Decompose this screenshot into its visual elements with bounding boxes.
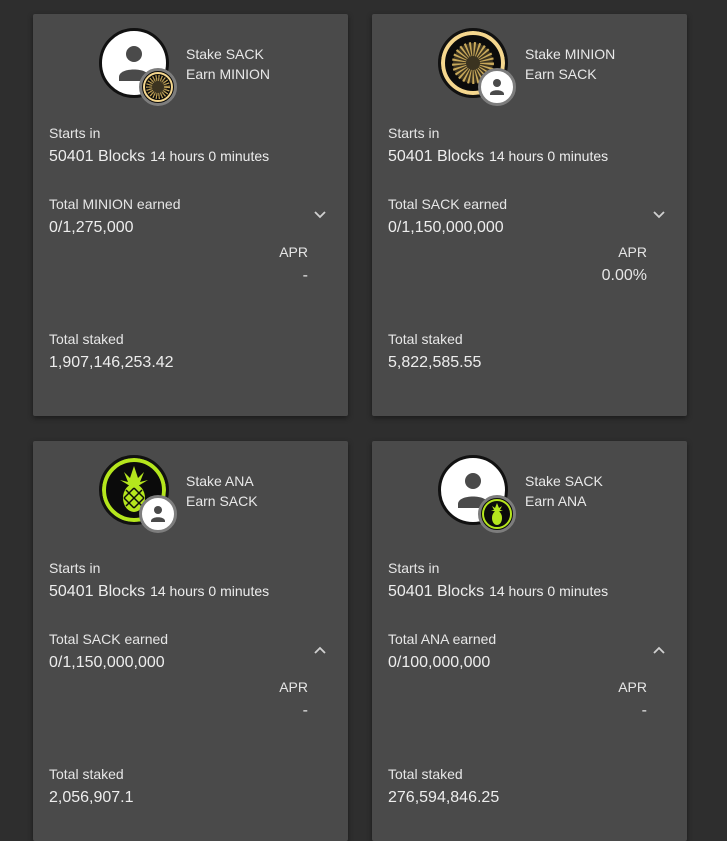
starts-in-label: Starts in	[388, 560, 440, 576]
starts-in-value: 50401 Blocks 14 hours 0 minutes	[388, 583, 608, 601]
total-staked-label: Total staked	[388, 331, 463, 347]
chevron-down-icon[interactable]	[312, 207, 328, 223]
chevron-down-icon[interactable]	[651, 207, 667, 223]
person-icon	[139, 495, 177, 533]
pool-pair: Stake SACK Earn ANA	[525, 471, 603, 511]
total-earned-value: 0/100,000,000	[388, 654, 491, 671]
countdown-duration: 14 hours 0 minutes	[150, 583, 270, 599]
pool-pair: Stake SACK Earn MINION	[186, 44, 270, 84]
chevron-up-icon[interactable]	[651, 642, 667, 658]
stake-token-label: Stake ANA	[186, 473, 254, 489]
earn-token-label: Earn SACK	[186, 493, 258, 509]
apr-label: APR	[618, 679, 647, 695]
earn-token-label: Earn MINION	[186, 66, 271, 82]
apr-value: -	[302, 267, 308, 284]
stake-token-label: Stake SACK	[186, 46, 264, 62]
stake-token-label: Stake SACK	[525, 473, 603, 489]
countdown-duration: 14 hours 0 minutes	[489, 583, 609, 599]
starts-in-value: 50401 Blocks 14 hours 0 minutes	[49, 148, 269, 166]
blocks-count: 50401 Blocks	[49, 583, 146, 600]
pool-pair: Stake ANA Earn SACK	[186, 471, 258, 511]
total-staked-value: 2,056,907.1	[49, 789, 134, 806]
total-earned-value: 0/1,150,000,000	[49, 654, 165, 671]
starts-in-label: Starts in	[388, 125, 440, 141]
total-earned-label: Total SACK earned	[49, 631, 169, 647]
total-staked-value: 1,907,146,253.42	[49, 354, 174, 371]
apr-value: 0.00%	[601, 267, 647, 284]
blocks-count: 50401 Blocks	[388, 148, 485, 165]
countdown-duration: 14 hours 0 minutes	[489, 148, 609, 164]
total-earned-label: Total SACK earned	[388, 196, 508, 212]
pool-token-avatars	[438, 455, 516, 533]
blocks-count: 50401 Blocks	[388, 583, 485, 600]
pool-card-sack-minion: Stake SACK Earn MINION Starts in 50401 B…	[33, 14, 348, 416]
pool-pair: Stake MINION Earn SACK	[525, 44, 615, 84]
total-staked-label: Total staked	[49, 766, 124, 782]
total-earned-label: Total ANA earned	[388, 631, 497, 647]
total-staked-value: 276,594,846.25	[388, 789, 500, 806]
total-earned-value: 0/1,150,000,000	[388, 219, 504, 236]
starts-in-label: Starts in	[49, 560, 101, 576]
total-staked-label: Total staked	[49, 331, 124, 347]
pool-token-avatars	[99, 455, 177, 533]
pool-card-minion-sack: Stake MINION Earn SACK Starts in 50401 B…	[372, 14, 687, 416]
apr-label: APR	[279, 679, 308, 695]
starts-in-value: 50401 Blocks 14 hours 0 minutes	[49, 583, 269, 601]
total-earned-label: Total MINION earned	[49, 196, 181, 212]
countdown-duration: 14 hours 0 minutes	[150, 148, 270, 164]
pineapple-icon	[478, 495, 516, 533]
person-icon	[478, 68, 516, 106]
earn-token-label: Earn SACK	[525, 66, 597, 82]
pool-token-avatars	[438, 28, 516, 106]
stake-token-label: Stake MINION	[525, 46, 616, 62]
apr-label: APR	[618, 244, 647, 260]
total-earned-value: 0/1,275,000	[49, 219, 134, 236]
pool-card-sack-ana: Stake SACK Earn ANA Starts in 50401 Bloc…	[372, 441, 687, 841]
pool-token-avatars	[99, 28, 177, 106]
starts-in-value: 50401 Blocks 14 hours 0 minutes	[388, 148, 608, 166]
chevron-up-icon[interactable]	[312, 642, 328, 658]
apr-label: APR	[279, 244, 308, 260]
blocks-count: 50401 Blocks	[49, 148, 146, 165]
apr-value: -	[302, 702, 308, 719]
earn-token-label: Earn ANA	[525, 493, 587, 509]
apr-value: -	[641, 702, 647, 719]
total-staked-value: 5,822,585.55	[388, 354, 482, 371]
total-staked-label: Total staked	[388, 766, 463, 782]
minion-token-icon	[139, 68, 177, 106]
starts-in-label: Starts in	[49, 125, 101, 141]
pool-card-ana-sack: Stake ANA Earn SACK Starts in 50401 Bloc…	[33, 441, 348, 841]
